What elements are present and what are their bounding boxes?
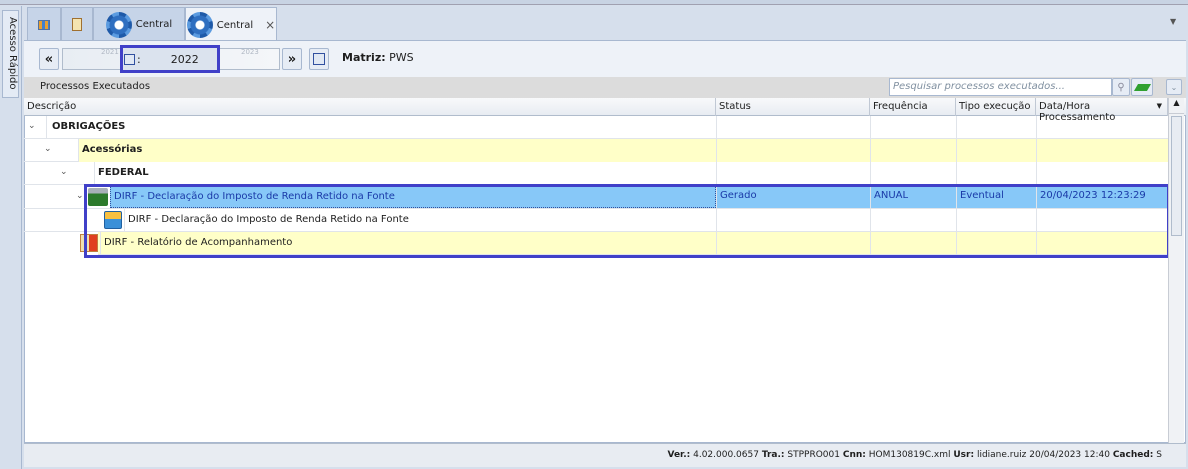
chevron-down-icon[interactable]: ⌄ — [60, 167, 68, 177]
search-button[interactable]: ⚲ — [1112, 78, 1130, 96]
chevron-down-icon[interactable]: ⌄ — [28, 121, 36, 131]
search-icon: ⚲ — [1117, 81, 1125, 93]
scroll-thumb[interactable] — [1171, 116, 1182, 236]
row-status — [716, 139, 870, 162]
status-bar: Ver.: 4.02.000.0657 Tra.: STPPRO001 Cnn:… — [24, 443, 1186, 467]
grid-header: Descrição Status Frequência Tipo execuçã… — [24, 98, 1186, 123]
sort-desc-icon: ▼ — [1156, 102, 1162, 110]
tab-central-1[interactable]: Central — [93, 7, 185, 41]
row-status — [716, 162, 870, 185]
quick-access-tab[interactable]: Acesso Rápido — [2, 10, 19, 98]
chevron-down-icon[interactable]: ⌄ — [44, 144, 52, 154]
gear-icon — [105, 11, 132, 38]
tab-dropdown-icon[interactable]: ▼ — [1170, 17, 1176, 26]
row-datetime — [1036, 139, 1168, 162]
column-data-hora[interactable]: Data/Hora Processamento ▼ — [1036, 98, 1168, 123]
column-tipo-execucao[interactable]: Tipo execução — [956, 98, 1036, 116]
tab-checklist[interactable] — [61, 7, 93, 41]
row-datetime — [1036, 116, 1168, 139]
clipboard-icon — [72, 18, 82, 31]
matriz-value: PWS — [389, 51, 414, 64]
year-prev[interactable]: 2021 — [101, 48, 119, 56]
transaction: STPPRO001 — [787, 450, 840, 460]
usr-label: Usr: — [953, 450, 975, 460]
row-status — [716, 116, 870, 139]
row-type — [956, 116, 1036, 139]
collapse-button[interactable]: ⌄ — [1166, 79, 1182, 95]
cached-label: Cached: — [1112, 450, 1154, 460]
close-icon[interactable]: × — [265, 18, 275, 32]
year-next[interactable]: 2023 — [241, 48, 259, 56]
section-title: Processos Executados — [40, 81, 151, 92]
column-descricao[interactable]: Descrição — [24, 98, 716, 116]
cnn-label: Cnn: — [842, 450, 866, 460]
tab-grid[interactable] — [27, 7, 61, 41]
selected-year[interactable]: : 2022 — [120, 45, 220, 73]
row-frequency — [870, 116, 956, 139]
row-type — [956, 162, 1036, 185]
tab-bar: Central Central × ▼ — [24, 5, 1188, 42]
calendar-icon — [124, 53, 135, 65]
chevron-down-icon[interactable]: ⌄ — [76, 191, 84, 201]
cached: S — [1156, 450, 1162, 460]
tab-label: Central — [216, 19, 254, 31]
row-description: OBRIGAÇÕES — [46, 116, 716, 139]
column-frequencia[interactable]: Frequência — [870, 98, 956, 116]
ver-label: Ver.: — [667, 450, 691, 460]
grid-icon — [38, 19, 50, 30]
row-frequency — [870, 162, 956, 185]
tree-row-acessorias[interactable]: ⌄ Acessórias — [24, 139, 1168, 162]
calendar-icon — [313, 53, 325, 65]
user: lidiane.ruiz — [976, 450, 1027, 460]
prev-year-button[interactable]: « — [39, 48, 59, 70]
search-input[interactable]: Pesquisar processos executados... — [889, 78, 1112, 96]
row-datetime — [1036, 162, 1168, 185]
row-frequency — [870, 139, 956, 162]
gear-icon — [186, 12, 213, 38]
tree-row-federal[interactable]: ⌄ FEDERAL — [24, 162, 1168, 185]
tab-label: Central — [135, 19, 173, 30]
year-separator: : — [137, 52, 141, 66]
scroll-up-icon[interactable]: ▲ — [1169, 98, 1184, 114]
status-datetime: 20/04/2023 12:40 — [1029, 450, 1110, 460]
year-value: 2022 — [170, 52, 199, 66]
tree-row-obrigacoes[interactable]: ⌄ OBRIGAÇÕES — [24, 116, 1168, 139]
column-status[interactable]: Status — [716, 98, 870, 116]
row-type — [956, 139, 1036, 162]
tra-label: Tra.: — [761, 450, 785, 460]
next-year-button[interactable]: » — [282, 48, 302, 70]
row-description: FEDERAL — [94, 162, 716, 185]
version: 4.02.000.0657 — [693, 450, 759, 460]
clear-search-button[interactable] — [1131, 78, 1153, 96]
tab-central-2[interactable]: Central × — [185, 7, 277, 42]
matriz-label: Matriz: — [342, 51, 386, 64]
eraser-icon — [1133, 83, 1151, 91]
selection-highlight — [84, 184, 1170, 258]
connection: HOM130819C.xml — [868, 450, 951, 460]
vertical-scrollbar[interactable]: ▲ — [1168, 98, 1184, 443]
matriz: Matriz: PWS — [342, 51, 414, 64]
calendar-button[interactable] — [309, 48, 329, 70]
